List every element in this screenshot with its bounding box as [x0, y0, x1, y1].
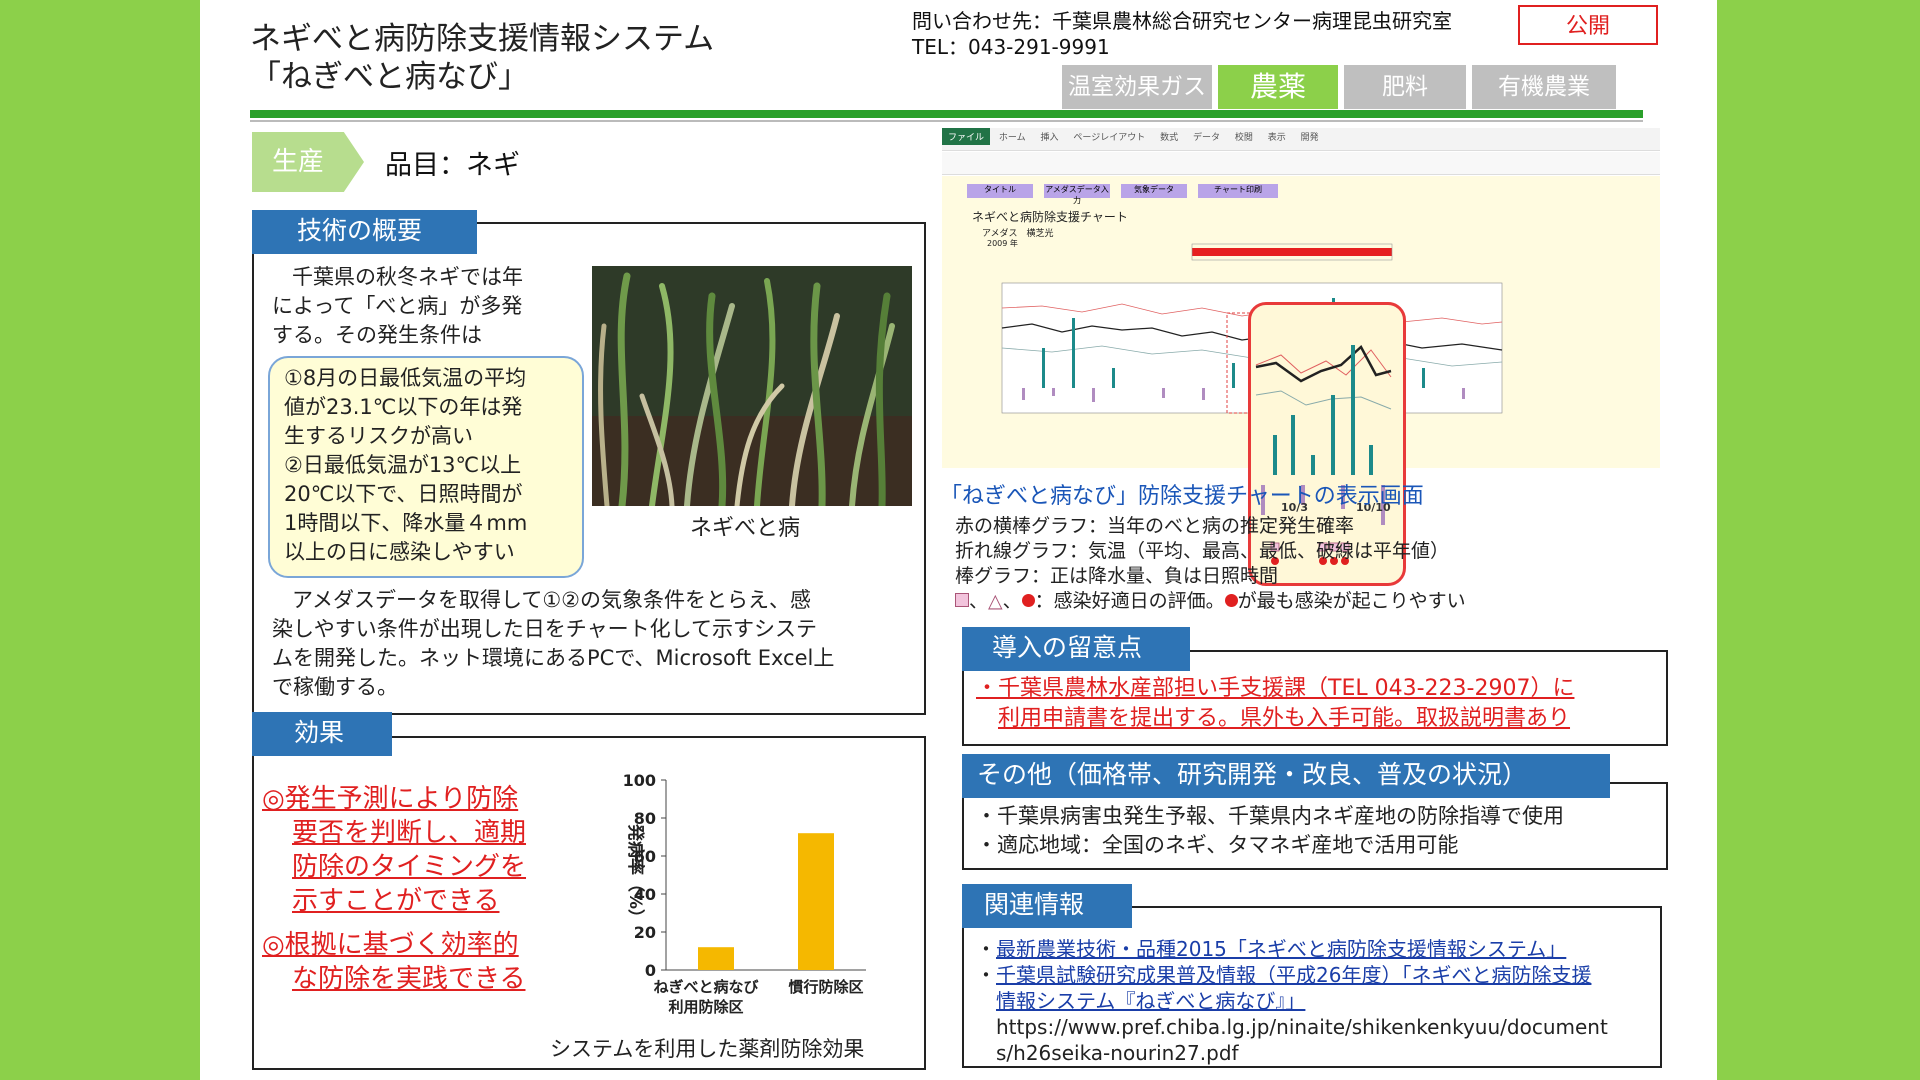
- formula-bar: [942, 152, 1660, 175]
- effect-chart-caption: システムを利用した薬剤防除効果: [550, 1037, 865, 1061]
- related-heading: 関連情報: [962, 884, 1132, 928]
- condition-line: 20℃以下で、日照時間が: [284, 482, 523, 506]
- body-line: ムを開発した。ネット環境にあるPCで、Microsoft Excel上: [272, 646, 835, 670]
- y-tick-label: 100: [623, 771, 656, 790]
- body-line: で稼働する。: [272, 675, 398, 699]
- effect-point-line: 防除のタイミングを: [292, 852, 527, 882]
- excel-tab: 校閲: [1234, 133, 1253, 143]
- circle-icon: [1224, 594, 1238, 607]
- effect-points: ◎発生予測により防除 要否を判断し、適期 防除のタイミングを 示すことができる …: [262, 782, 526, 996]
- condition-line: ①8月の日最低気温の平均: [284, 366, 527, 390]
- bar-1: [698, 947, 734, 970]
- cautions-heading: 導入の留意点: [962, 627, 1190, 671]
- note-line: 赤の横棒グラフ：当年のべと病の推定発生確率: [955, 515, 1355, 537]
- effect-bar-chart: 020406080100発病率（%）ねぎべと病なび利用防除区慣行防除区: [623, 771, 866, 1016]
- excel-tab: ページレイアウト: [1073, 133, 1146, 143]
- tab-pesticide[interactable]: 農薬: [1218, 65, 1338, 109]
- excel-tab: ファイル: [942, 128, 991, 145]
- effect-point-line: な防除を実践できる: [292, 964, 526, 994]
- related-link[interactable]: 千葉県試験研究成果普及情報（平成26年度）「ネギべと病防除支援: [996, 963, 1591, 987]
- item-label: 品目：ネギ: [385, 150, 520, 181]
- conditions-note: ①8月の日最低気温の平均 値が23.1℃以下の年は発 生するリスクが高い ②日最…: [268, 356, 584, 578]
- related-link[interactable]: 情報システム『ねぎべと病なび』」: [996, 989, 1305, 1013]
- public-badge: 公開: [1518, 5, 1658, 45]
- related-text: ・最新農業技術・品種2015「ネギべと病防除支援情報システム」 ・千葉県試験研究…: [976, 937, 1608, 1065]
- other-text: ・千葉県病害虫発生予報、千葉県内ネギ産地の防除指導で使用 ・適応地域：全国のネギ…: [976, 802, 1564, 860]
- sheet-chart-title: ネギべと病防除支援チャート: [972, 210, 1128, 224]
- x-tick-label: ねぎべと病なび: [653, 978, 758, 996]
- sheet-button: チャート印刷: [1198, 184, 1278, 198]
- condition-line: ②日最低気温が13℃以上: [284, 453, 522, 477]
- effect-point-line: ◎根拠に基づく効率的: [262, 930, 519, 960]
- overview-heading: 技術の概要: [252, 210, 477, 254]
- contact-info: 問い合わせ先：千葉県農林総合研究センター病理昆虫研究室 TEL：043-291-…: [912, 8, 1452, 60]
- circle-icon: [1021, 594, 1035, 607]
- tab-greenhouse-gas[interactable]: 温室効果ガス: [1062, 65, 1212, 109]
- effect-point-line: ◎発生予測により防除: [262, 784, 519, 814]
- header-divider: [250, 110, 1643, 118]
- excel-tab: ホーム: [998, 133, 1026, 143]
- excel-ribbon: ファイル ホーム 挿入 ページレイアウト 数式 データ 校閲 表示 開発: [942, 128, 1660, 151]
- sheet-button: タイトル: [967, 184, 1033, 198]
- screen-caption: 「ねぎべと病なび」防除支援チャートの表示画面: [940, 484, 1424, 509]
- square-icon: [955, 593, 969, 607]
- other-line: ・千葉県病害虫発生予報、千葉県内ネギ産地の防除指導で使用: [976, 804, 1564, 828]
- x-tick-label: 慣行防除区: [788, 978, 863, 996]
- excel-tab: 挿入: [1040, 133, 1059, 143]
- excel-tab: 表示: [1267, 133, 1286, 143]
- intro-line: 千葉県の秋冬ネギでは年: [292, 265, 523, 289]
- legend-text: ：感染好適日の評価。: [1034, 590, 1225, 612]
- category-tag: 生産: [252, 132, 364, 192]
- title-line-2: 「ねぎべと病なび」: [250, 59, 529, 95]
- tab-organic[interactable]: 有機農業: [1472, 65, 1616, 109]
- intro-line: によって「べと病」が多発: [272, 294, 523, 318]
- note-line: 棒グラフ：正は降水量、負は日照時間: [955, 565, 1279, 587]
- condition-line: 以上の日に感染しやすい: [284, 540, 515, 564]
- bar-2: [798, 833, 834, 970]
- overview-intro: 千葉県の秋冬ネギでは年 によって「べと病」が多発 する。その発生条件は: [272, 263, 572, 350]
- overview-body: アメダスデータを取得して①②の気象条件をとらえ、感 染しやすい条件が出現した日を…: [272, 586, 917, 702]
- caution-line: ・千葉県農林水産部担い手支援課（TEL 043-223-2907）に: [976, 676, 1575, 701]
- condition-line: 値が23.1℃以下の年は発: [284, 395, 523, 419]
- title-line-1: ネギべと病防除支援情報システム: [250, 21, 715, 57]
- excel-tab: データ: [1192, 133, 1220, 143]
- cautions-text: ・千葉県農林水産部担い手支援課（TEL 043-223-2907）に 利用申請書…: [976, 674, 1574, 734]
- excel-tab: 開発: [1300, 133, 1319, 143]
- intro-line: する。その発生条件は: [272, 323, 482, 347]
- page-title: ネギべと病防除支援情報システム 「ねぎべと病なび」: [250, 20, 714, 96]
- effect-point-line: 要否を判断し、適期: [292, 818, 527, 848]
- legend-line: 、△、 ：感染好適日の評価。 が最も感染が起こりやすい: [955, 589, 1466, 614]
- document-page: ネギべと病防除支援情報システム 「ねぎべと病なび」 問い合わせ先：千葉県農林総合…: [200, 0, 1717, 1080]
- legend-tail: が最も感染が起こりやすい: [1237, 590, 1466, 612]
- other-line: ・適応地域：全国のネギ、タマネギ産地で活用可能: [976, 833, 1459, 857]
- condition-line: 生するリスクが高い: [284, 424, 473, 448]
- onion-downy-mildew-photo: [592, 266, 912, 506]
- effect-heading: 効果: [252, 712, 392, 756]
- contact-line: 問い合わせ先：千葉県農林総合研究センター病理昆虫研究室: [912, 9, 1452, 33]
- note-line: 折れ線グラフ：気温（平均、最高、最低、破線は平年値）: [955, 540, 1450, 562]
- phone-line: TEL：043-291-9991: [912, 35, 1110, 59]
- other-heading: その他（価格帯、研究開発・改良、普及の状況）: [962, 754, 1610, 798]
- body-line: 染しやすい条件が出現した日をチャート化して示すシステ: [272, 617, 817, 641]
- y-axis-label: 発病率（%）: [625, 823, 646, 926]
- related-url: https://www.pref.chiba.lg.jp/ninaite/shi…: [996, 1015, 1608, 1039]
- related-link[interactable]: 最新農業技術・品種2015「ネギべと病防除支援情報システム」: [996, 937, 1566, 961]
- effect-point-line: 示すことができる: [292, 886, 500, 916]
- sheet-button: アメダスデータ入力: [1044, 184, 1110, 205]
- caution-line: 利用申請書を提出する。県外も入手可能。取扱説明書あり: [998, 706, 1571, 731]
- sheet-button: 気象データ: [1121, 184, 1187, 198]
- header-divider-thin: [250, 120, 1643, 122]
- excel-tab: 数式: [1160, 133, 1179, 143]
- photo-caption: ネギべと病: [690, 516, 801, 541]
- tab-fertilizer[interactable]: 肥料: [1344, 65, 1466, 109]
- condition-line: 1時間以下、降水量４mm: [284, 511, 528, 535]
- x-tick-label: 利用防除区: [668, 998, 743, 1016]
- triangle-icon: △: [988, 590, 1003, 612]
- screen-notes: 赤の横棒グラフ：当年のべと病の推定発生確率 折れ線グラフ：気温（平均、最高、最低…: [955, 514, 1466, 614]
- body-line: アメダスデータを取得して①②の気象条件をとらえ、感: [292, 588, 811, 612]
- related-url: s/h26seika-nourin27.pdf: [996, 1041, 1239, 1065]
